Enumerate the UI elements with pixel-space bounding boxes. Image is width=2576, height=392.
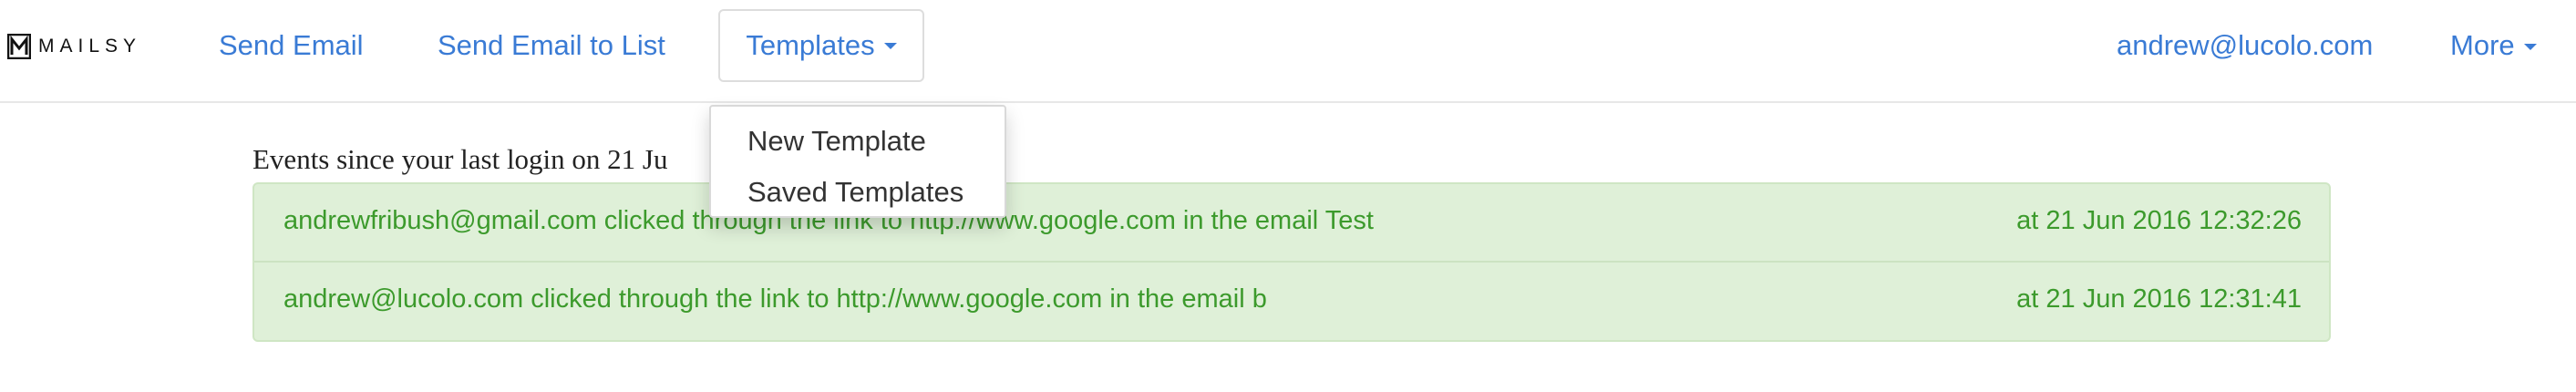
top-navbar: MAILSY Send Email Send Email to List Tem…: [0, 0, 2576, 103]
nav-more-dropdown-toggle[interactable]: More: [2450, 27, 2537, 64]
nav-send-email-to-list[interactable]: Send Email to List: [438, 27, 665, 64]
events-heading: Events since your last login on 21 Ju: [252, 143, 668, 175]
templates-dropdown-menu: New Template Saved Templates: [709, 105, 1006, 218]
brand-logo-link[interactable]: MAILSY: [7, 31, 141, 62]
menu-item-saved-templates[interactable]: Saved Templates: [711, 167, 1005, 218]
event-time: at 21 Jun 2016 12:31:41: [2016, 284, 2302, 314]
event-text: andrew@lucolo.com clicked through the li…: [283, 284, 1267, 314]
nav-templates-label: Templates: [746, 29, 875, 61]
nav-templates-dropdown-toggle[interactable]: Templates: [718, 9, 924, 82]
mailsy-logo-icon: [7, 34, 31, 59]
events-panel: andrewfribush@gmail.com clicked through …: [252, 182, 2331, 342]
brand-name: MAILSY: [38, 36, 142, 57]
nav-user-email[interactable]: andrew@lucolo.com: [2117, 27, 2373, 64]
caret-down-icon: [883, 42, 897, 49]
event-row: andrewfribush@gmail.com clicked through …: [254, 184, 2329, 263]
event-time: at 21 Jun 2016 12:32:26: [2016, 206, 2302, 235]
menu-item-new-template[interactable]: New Template: [711, 116, 1005, 167]
nav-more-label: More: [2450, 29, 2515, 61]
event-row: andrew@lucolo.com clicked through the li…: [254, 263, 2329, 341]
caret-down-icon: [2523, 44, 2537, 51]
nav-send-email[interactable]: Send Email: [219, 27, 364, 64]
